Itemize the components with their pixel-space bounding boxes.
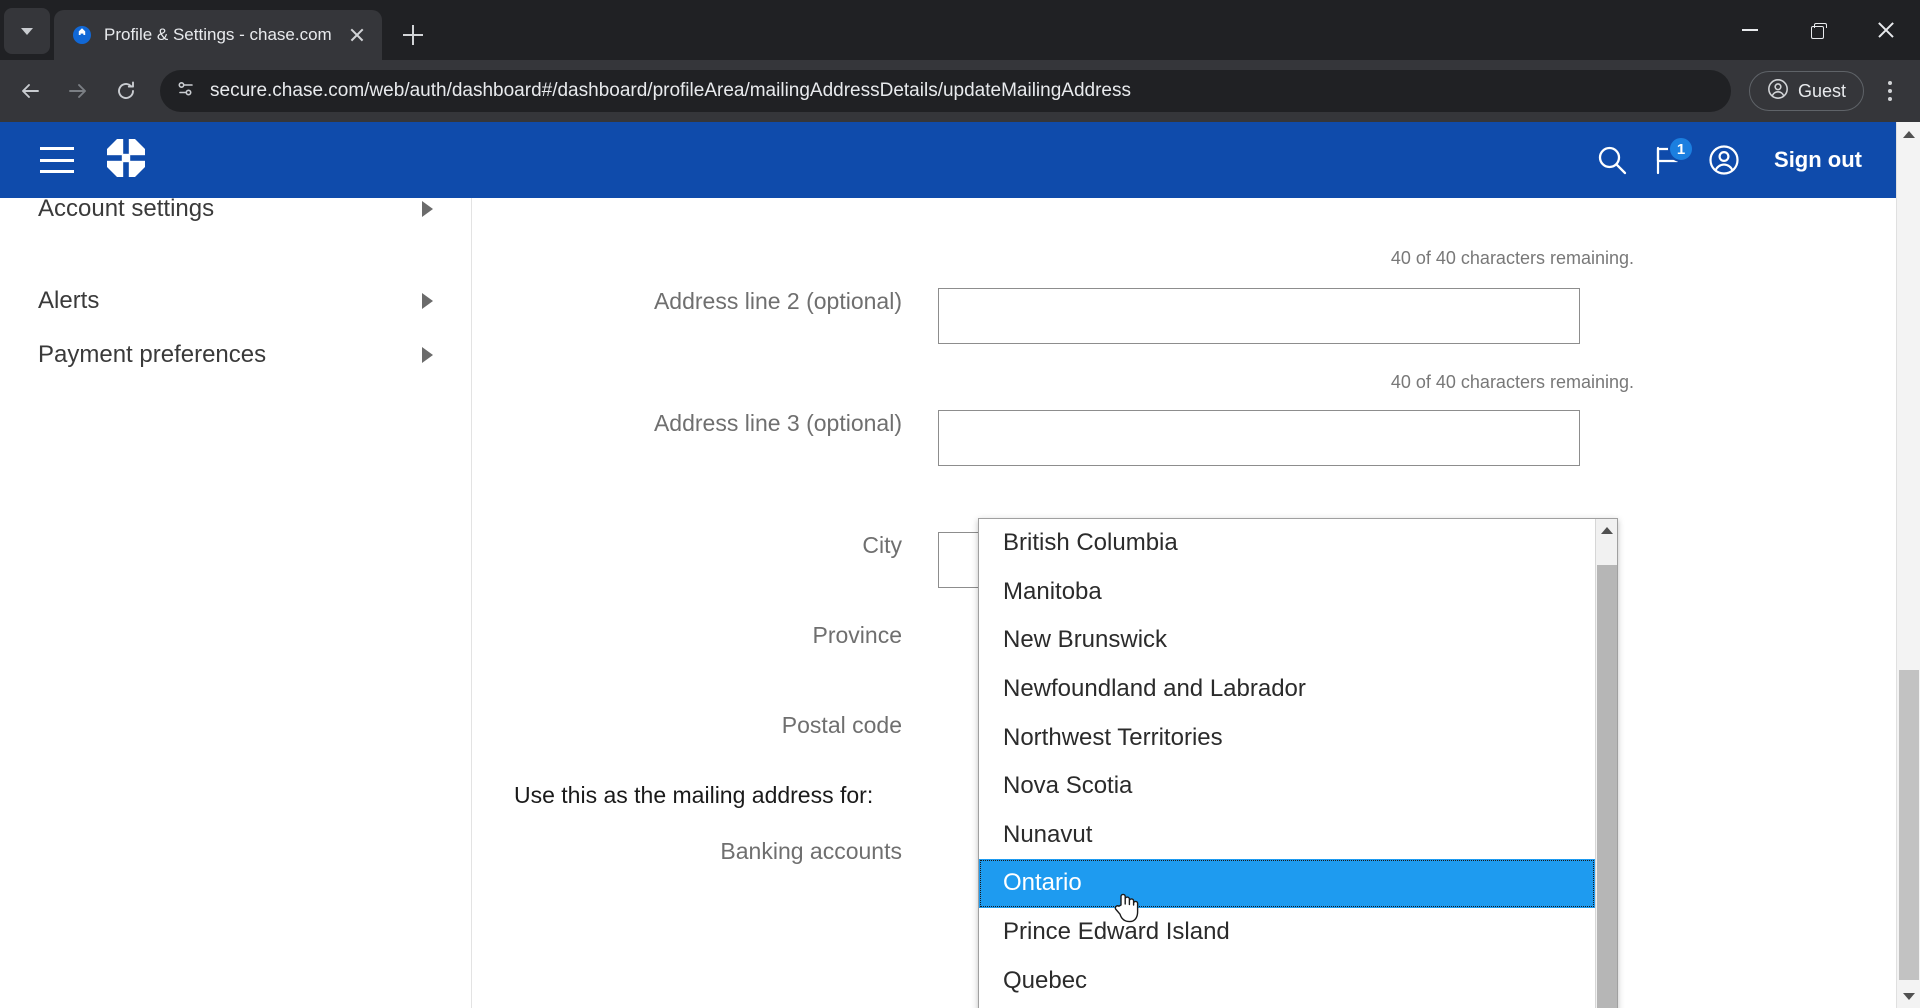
person-circle-icon (1709, 145, 1739, 175)
address-line-3-input[interactable] (938, 410, 1580, 466)
dropdown-option[interactable]: Manitoba (979, 568, 1595, 617)
dropdown-option[interactable]: British Columbia (979, 519, 1595, 568)
browser-window: Profile & Settings - chase.com secure.ch… (0, 0, 1920, 1008)
dropdown-option[interactable]: New Brunswick (979, 616, 1595, 665)
sidebar-item-alerts[interactable]: Alerts (0, 274, 471, 328)
window-controls (1716, 0, 1920, 60)
tab-title: Profile & Settings - chase.com (104, 25, 332, 44)
dropdown-scrollbar-thumb[interactable] (1597, 565, 1617, 1008)
page-scrollbar-thumb[interactable] (1899, 670, 1919, 980)
caret-right-icon (422, 293, 433, 309)
page-scrollbar[interactable] (1896, 122, 1920, 1008)
browser-tab[interactable]: Profile & Settings - chase.com (54, 10, 382, 60)
close-icon (1877, 21, 1895, 39)
tab-search-button[interactable] (4, 8, 50, 54)
sidebar-item-payment-preferences[interactable]: Payment preferences (0, 328, 471, 382)
caret-right-icon (422, 347, 433, 363)
dropdown-option[interactable]: Newfoundland and Labrador (979, 665, 1595, 714)
minimize-icon (1742, 29, 1758, 31)
kebab-menu-icon[interactable] (1868, 69, 1912, 113)
address-line-2-label: Address line 2 (optional) (653, 288, 902, 314)
back-button[interactable] (8, 69, 52, 113)
browser-toolbar: secure.chase.com/web/auth/dashboard#/das… (0, 60, 1920, 122)
left-navigation: Account settings Alerts Payment preferen… (0, 195, 472, 1008)
postal-code-label: Postal code (781, 712, 902, 738)
search-icon (1598, 146, 1627, 175)
address-line-2-input[interactable] (938, 288, 1580, 344)
notification-badge: 1 (1668, 136, 1695, 162)
dropdown-scroll-up-button[interactable] (1596, 519, 1617, 541)
back-arrow-icon (22, 84, 39, 98)
city-label: City (862, 532, 902, 558)
close-icon[interactable] (344, 22, 370, 48)
province-dropdown-list[interactable]: British Columbia Manitoba New Brunswick … (978, 518, 1618, 1008)
sidebar-item-label: Account settings (38, 195, 215, 222)
dropdown-option-selected[interactable]: Ontario (979, 859, 1595, 908)
dropdown-option[interactable]: Nunavut (979, 811, 1595, 860)
chase-favicon-icon (72, 25, 92, 45)
forward-button[interactable] (56, 69, 100, 113)
page-scroll-up-button[interactable] (1897, 122, 1920, 146)
address-line-3-label: Address line 3 (optional) (653, 410, 902, 436)
char-counter-address-line-1: 40 of 40 characters remaining. (1390, 248, 1634, 268)
account-circle-icon (1767, 78, 1789, 105)
province-label: Province (812, 622, 902, 648)
kebab-dot (1888, 81, 1892, 85)
site-header: 1 Sign out (0, 122, 1896, 198)
hamburger-menu-icon[interactable] (40, 147, 74, 173)
profile-button[interactable]: Guest (1748, 71, 1864, 111)
form-row-address-line-3: Address line 3 (optional) (472, 410, 1896, 466)
province-dropdown-options: British Columbia Manitoba New Brunswick … (979, 519, 1595, 1008)
dropdown-scrollbar[interactable] (1595, 519, 1617, 1008)
page-viewport: 1 Sign out Account settings Alerts Payme… (0, 122, 1920, 1008)
chase-octagon-logo-icon[interactable] (104, 136, 148, 185)
scroll-down-arrow-icon (1903, 992, 1915, 1000)
scroll-up-arrow-icon (1601, 526, 1613, 534)
reload-button[interactable] (104, 69, 148, 113)
restore-icon (1811, 23, 1827, 39)
kebab-dot (1888, 89, 1892, 93)
site-settings-icon[interactable] (176, 79, 196, 104)
form-row-address-line-2: Address line 2 (optional) (472, 288, 1896, 344)
dropdown-option[interactable]: Nova Scotia (979, 762, 1595, 811)
forward-arrow-icon (69, 84, 86, 98)
hamburger-bar (40, 170, 74, 173)
notifications-button[interactable]: 1 (1640, 132, 1696, 188)
banking-accounts-label: Banking accounts (720, 838, 902, 864)
caret-right-icon (422, 201, 433, 217)
close-window-button[interactable] (1852, 0, 1920, 60)
scroll-up-arrow-icon (1903, 130, 1915, 138)
tab-strip: Profile & Settings - chase.com (0, 0, 1920, 60)
search-button[interactable] (1584, 132, 1640, 188)
url-text[interactable]: secure.chase.com/web/auth/dashboard#/das… (210, 80, 1131, 102)
kebab-dot (1888, 97, 1892, 101)
dropdown-option[interactable]: Quebec (979, 956, 1595, 1005)
hamburger-bar (40, 158, 74, 162)
char-counter-address-line-2: 40 of 40 characters remaining. (1390, 372, 1634, 392)
chevron-down-icon (21, 27, 33, 35)
new-tab-button[interactable] (394, 16, 432, 54)
sidebar-item-label: Payment preferences (38, 341, 267, 368)
sidebar-item-label: Alerts (38, 287, 100, 314)
page-scroll-down-button[interactable] (1897, 984, 1920, 1008)
sign-out-button[interactable]: Sign out (1774, 147, 1862, 173)
profile-label: Guest (1797, 80, 1846, 101)
hamburger-bar (40, 147, 74, 150)
maximize-button[interactable] (1784, 0, 1852, 60)
profile-button[interactable] (1696, 132, 1752, 188)
minimize-button[interactable] (1716, 0, 1784, 60)
reload-icon (118, 81, 134, 99)
dropdown-option[interactable]: Northwest Territories (979, 713, 1595, 762)
address-bar[interactable]: secure.chase.com/web/auth/dashboard#/das… (160, 70, 1731, 112)
dropdown-option[interactable]: Prince Edward Island (979, 908, 1595, 957)
